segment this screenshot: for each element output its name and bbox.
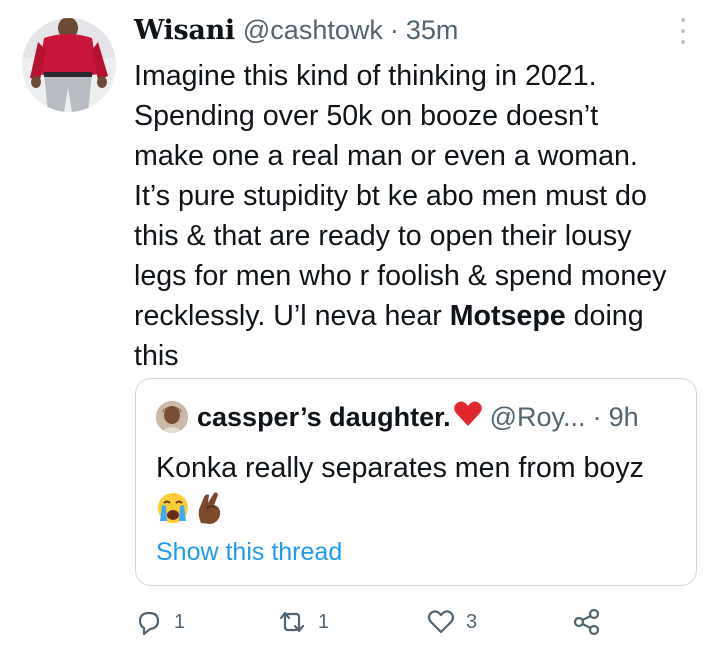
tweet-timestamp[interactable]: 35m: [406, 15, 459, 46]
separator-dot: ·: [389, 14, 399, 45]
reply-button[interactable]: 1: [134, 604, 185, 640]
red-heart-icon: [453, 400, 483, 435]
like-button[interactable]: 3: [426, 604, 477, 640]
crossed-fingers-icon: [194, 491, 224, 530]
emoji-row: [156, 491, 224, 530]
reply-count: 1: [174, 610, 186, 633]
tweet-text-line: this & that are ready to open their lous…: [134, 220, 632, 252]
tweet-text-line: Imagine this kind of thinking in 2021.: [134, 60, 597, 92]
more-vertical-icon[interactable]: [676, 18, 690, 44]
tweet-text-line: It’s pure stupidity bt ke abo men must d…: [134, 180, 647, 212]
tweet-header: Wisani @cashtowk · 35m: [134, 12, 458, 48]
tweet-text-segment: recklessly. U’l neva hear: [134, 300, 450, 332]
retweet-count: 1: [318, 610, 330, 633]
retweet-icon: [276, 607, 308, 637]
author-avatar[interactable]: [22, 18, 116, 112]
quoted-author-name[interactable]: cassper’s daughter.: [197, 402, 451, 433]
like-count: 3: [466, 610, 478, 633]
author-name[interactable]: Wisani: [134, 15, 235, 46]
reply-icon: [134, 607, 164, 637]
separator-dot: ·: [592, 401, 602, 432]
share-icon: [570, 607, 602, 637]
quoted-tweet[interactable]: cassper’s daughter. @Roy... · 9h Konka r…: [135, 378, 697, 586]
quoted-tweet-timestamp[interactable]: 9h: [609, 402, 639, 433]
tweet-text: Imagine this kind of thinking in 2021. S…: [134, 56, 704, 376]
tweet-text-line: this: [134, 340, 179, 372]
tweet-text-line: legs for men who r foolish & spend money: [134, 260, 667, 292]
tweet-text-segment: doing: [565, 300, 644, 332]
tweet-text-line: recklessly. U’l neva hear Motsepe doing: [134, 296, 704, 336]
quoted-tweet-text: Konka really separates men from boyz: [156, 452, 644, 484]
quoted-tweet-header: cassper’s daughter. @Roy... · 9h: [156, 399, 639, 435]
quoted-author-handle[interactable]: @Roy...: [490, 402, 586, 433]
action-bar: 1 1 3: [134, 604, 614, 640]
tweet-text-line: make one a real man or even a woman.: [134, 140, 638, 172]
retweet-button[interactable]: 1: [276, 604, 329, 640]
like-icon: [426, 607, 456, 637]
crying-face-icon: [156, 491, 190, 530]
show-thread-link[interactable]: Show this thread: [156, 535, 342, 569]
quoted-author-avatar[interactable]: [156, 401, 188, 433]
mention-motsepe: Motsepe: [449, 300, 566, 332]
tweet-text-line: Spending over 50k on booze doesn’t: [134, 100, 599, 132]
share-button[interactable]: [570, 604, 602, 640]
author-handle[interactable]: @cashtowk: [243, 15, 383, 46]
